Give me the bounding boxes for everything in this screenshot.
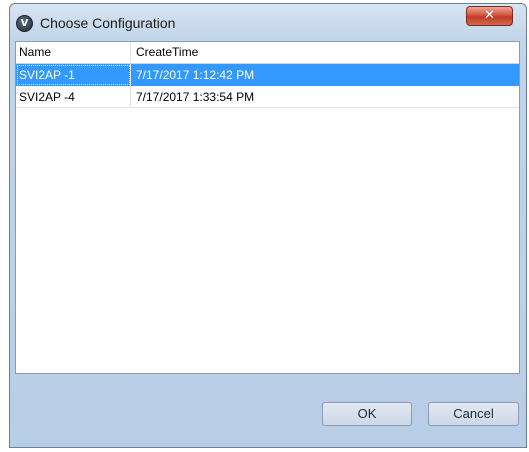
cell-createtime: 7/17/2017 1:12:42 PM <box>136 68 255 82</box>
cell-name: SVI2AP -1 <box>16 64 131 86</box>
app-logo-icon: V <box>16 15 33 32</box>
window-title: Choose Configuration <box>40 15 176 31</box>
choose-configuration-dialog: V Choose Configuration ✕ Name CreateTime… <box>9 3 527 448</box>
list-header: Name CreateTime <box>16 42 519 64</box>
configuration-list[interactable]: Name CreateTime SVI2AP -1 7/17/2017 1:12… <box>15 41 520 374</box>
cell-name: SVI2AP -4 <box>16 86 131 108</box>
close-button[interactable]: ✕ <box>466 6 513 26</box>
cell-createtime: 7/17/2017 1:33:54 PM <box>136 90 255 104</box>
column-header-name[interactable]: Name <box>16 42 131 63</box>
table-row[interactable]: SVI2AP -4 7/17/2017 1:33:54 PM <box>16 86 519 108</box>
close-icon: ✕ <box>484 8 495 23</box>
ok-button[interactable]: OK <box>322 402 412 426</box>
table-row[interactable]: SVI2AP -1 7/17/2017 1:12:42 PM <box>16 64 519 86</box>
title-bar[interactable]: V Choose Configuration ✕ <box>10 4 526 38</box>
cancel-button[interactable]: Cancel <box>428 402 519 426</box>
column-header-createtime[interactable]: CreateTime <box>131 42 519 63</box>
